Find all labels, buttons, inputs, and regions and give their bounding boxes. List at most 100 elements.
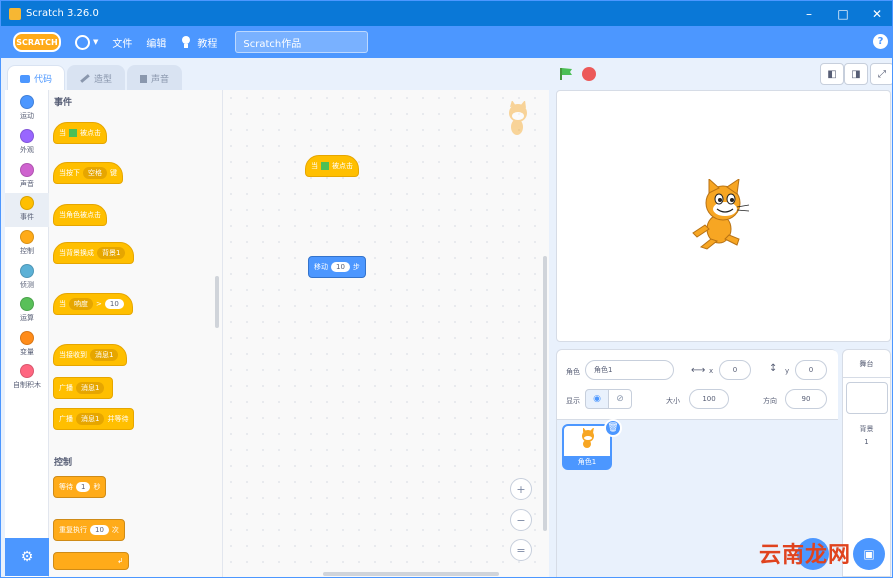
value-input[interactable]: 10 [90, 525, 109, 535]
category-label: 变量 [20, 348, 34, 356]
scratch-window: Scratch 3.26.0 – □ ✕ SCRATCH ▼ 文件 编辑 教程 … [0, 0, 893, 578]
stop-button[interactable] [582, 67, 596, 81]
block-text: 被点击 [332, 162, 353, 170]
image-icon: ▣ [863, 547, 875, 561]
category-variables[interactable]: 变量 [5, 328, 49, 362]
sprite-name-input[interactable]: 角色1 [585, 360, 674, 380]
sprite-card[interactable]: 角色1 🗑 [562, 419, 622, 470]
repeat-arrow-icon: ↲ [117, 557, 123, 565]
large-stage-button[interactable]: ◨ [844, 63, 868, 85]
block-text: 当 [59, 300, 66, 308]
tab-code[interactable]: 代码 [7, 65, 66, 91]
speaker-icon [140, 74, 148, 83]
category-dot [20, 163, 34, 177]
block-repeat-end: ↲ [53, 552, 129, 570]
script-horizontal-scrollbar[interactable] [323, 572, 499, 576]
small-stage-button[interactable]: ◧ [820, 63, 844, 85]
close-button[interactable]: ✕ [860, 1, 892, 26]
stage[interactable] [556, 90, 891, 342]
globe-icon [75, 34, 90, 50]
message-dropdown[interactable]: 消息1 [76, 413, 105, 425]
fullscreen-button[interactable]: ⤢ [870, 63, 892, 85]
block-broadcast[interactable]: 广播 消息1 [53, 377, 114, 399]
add-extension-button[interactable]: ⚙ [5, 538, 49, 576]
direction-input[interactable]: 90 [785, 389, 827, 409]
minimize-button[interactable]: – [792, 1, 826, 26]
zoom-out-button[interactable]: − [510, 509, 532, 531]
zoom-in-button[interactable]: + [510, 478, 532, 500]
size-input[interactable]: 100 [689, 389, 729, 409]
category-label: 外观 [20, 146, 34, 154]
block-when-sprite-clicked[interactable]: 当角色被点击 [53, 204, 107, 226]
block-repeat[interactable]: 重复执行 10 次 [53, 519, 125, 541]
message-dropdown[interactable]: 消息1 [76, 382, 105, 394]
language-menu[interactable]: ▼ [75, 34, 99, 50]
script-move-steps[interactable]: 移动 10 步 [308, 256, 366, 278]
block-when-greater-than[interactable]: 当 响度 > 10 [53, 293, 133, 315]
backdrop-thumbnail[interactable] [846, 382, 888, 414]
block-wait[interactable]: 等待 1 秒 [53, 476, 107, 498]
category-my-blocks[interactable]: 自制积木 [5, 361, 49, 395]
chevron-down-icon: ▼ [93, 38, 99, 46]
block-palette: 事件 当 被点击 当按下 空格 键 当角色被点击 当背景换成 背景1 当 响度 … [49, 90, 223, 577]
small-stage-icon: ◧ [827, 68, 837, 80]
script-when-flag-clicked[interactable]: 当 被点击 [305, 155, 359, 177]
block-broadcast-and-wait[interactable]: 广播 消息1 并等待 [53, 408, 135, 430]
block-text: 当接收到 [59, 351, 87, 359]
script-vertical-scrollbar[interactable] [543, 256, 547, 531]
block-when-key-pressed[interactable]: 当按下 空格 键 [53, 162, 123, 184]
sensor-dropdown[interactable]: 响度 [69, 298, 93, 310]
x-label: x [709, 367, 714, 375]
script-area[interactable] [223, 90, 549, 577]
green-flag-button[interactable] [559, 67, 573, 81]
tab-sounds[interactable]: 声音 [127, 65, 183, 91]
project-title-input[interactable]: Scratch作品 [235, 31, 369, 53]
maximize-button[interactable]: □ [826, 1, 860, 26]
x-input[interactable]: 0 [719, 360, 751, 380]
block-text: 当 [59, 129, 66, 137]
block-when-receive[interactable]: 当接收到 消息1 [53, 344, 128, 366]
sprite-info: 角色 角色1 ⟷ x 0 ↕ y 0 显示 ◉ ⊘ 大小 100 方向 90 [557, 350, 838, 420]
help-button[interactable]: ? [873, 34, 888, 49]
block-text: 当 [311, 162, 318, 170]
scratch-logo[interactable]: SCRATCH [13, 32, 61, 52]
category-operators[interactable]: 运算 [5, 294, 49, 328]
tutorials-menu[interactable]: 教程 [180, 35, 217, 50]
category-label: 运算 [20, 314, 34, 322]
menu-bar: SCRATCH ▼ 文件 编辑 教程 Scratch作品 ? [1, 26, 892, 58]
key-dropdown[interactable]: 空格 [83, 167, 107, 179]
value-input[interactable]: 10 [331, 262, 350, 272]
zoom-reset-button[interactable]: = [510, 539, 532, 561]
palette-section-title: 控制 [54, 458, 73, 468]
category-motion[interactable]: 运动 [5, 92, 49, 126]
message-dropdown[interactable]: 消息1 [90, 349, 119, 361]
delete-sprite-button[interactable]: 🗑 [604, 419, 622, 437]
fullscreen-icon: ⤢ [878, 68, 886, 80]
y-input[interactable]: 0 [795, 360, 827, 380]
category-looks[interactable]: 外观 [5, 126, 49, 160]
block-text: 等待 [59, 483, 73, 491]
block-text: 秒 [93, 483, 101, 491]
cat-sprite[interactable] [687, 179, 757, 251]
show-visible-button[interactable]: ◉ [585, 389, 609, 409]
tab-costumes[interactable]: 造型 [67, 65, 126, 91]
sprite-thumbnail [582, 428, 594, 448]
edit-menu[interactable]: 编辑 [146, 35, 166, 50]
large-stage-icon: ◨ [851, 68, 861, 80]
category-dot [20, 95, 34, 109]
add-backdrop-button[interactable]: ▣ [853, 538, 885, 570]
category-control[interactable]: 控制 [5, 227, 49, 261]
block-when-backdrop-switches[interactable]: 当背景换成 背景1 [53, 242, 135, 264]
category-menu: 运动 外观 声音 事件 控制 侦测 运算 变量 自制积木 [5, 90, 49, 577]
file-menu[interactable]: 文件 [112, 35, 132, 50]
category-events[interactable]: 事件 [5, 193, 49, 227]
category-sensing[interactable]: 侦测 [5, 261, 49, 295]
category-dot [20, 196, 34, 210]
palette-scrollbar[interactable] [215, 276, 219, 328]
backdrop-dropdown[interactable]: 背景1 [97, 247, 126, 259]
block-when-flag-clicked[interactable]: 当 被点击 [53, 122, 107, 144]
category-sound[interactable]: 声音 [5, 160, 49, 194]
show-hidden-button[interactable]: ⊘ [608, 389, 632, 409]
value-input[interactable]: 1 [76, 482, 91, 492]
value-input[interactable]: 10 [104, 299, 124, 309]
